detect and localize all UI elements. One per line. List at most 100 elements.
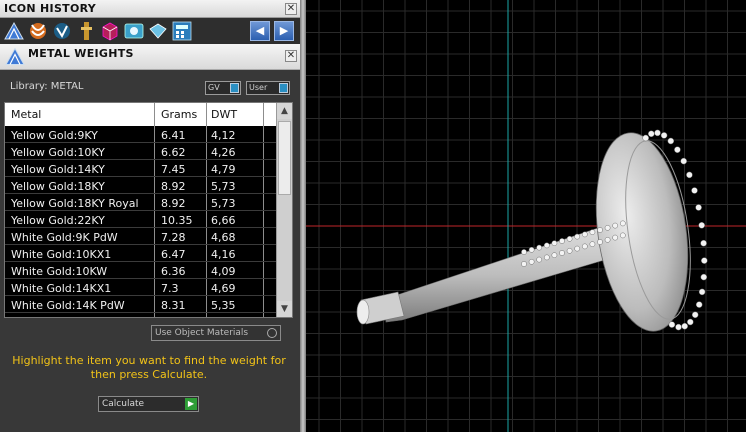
gv-toggle[interactable]: GV xyxy=(205,81,241,95)
pave-stone xyxy=(681,322,688,330)
cell-dwt: 4,79 xyxy=(211,163,236,176)
pave-stone xyxy=(701,257,708,264)
pave-stone xyxy=(612,234,619,241)
table-row[interactable]: White Gold:9K PdW 7.28 4,68 xyxy=(5,228,276,245)
table-row[interactable]: Yellow Gold:9KY 6.41 4,12 xyxy=(5,126,276,143)
table-row[interactable]: Yellow Gold:18KY 8.92 5,73 xyxy=(5,177,276,194)
pave-stone xyxy=(698,222,705,229)
column-header-metal[interactable]: Metal xyxy=(11,108,41,121)
pave-stone xyxy=(528,258,535,265)
cell-grams: 7.28 xyxy=(161,231,186,244)
pave-stone xyxy=(543,242,550,249)
gem-cube-icon[interactable] xyxy=(99,21,121,41)
viewport-canvas[interactable] xyxy=(306,0,746,432)
3d-viewport[interactable] xyxy=(306,0,746,432)
pave-stone xyxy=(581,231,588,238)
metal-table[interactable]: Metal Grams DWT Yellow Gold:9KY 6.41 4,12 Y… xyxy=(4,102,293,318)
pave-stone xyxy=(667,137,675,145)
history-forward-button[interactable]: ▶ xyxy=(274,21,294,41)
use-object-materials-toggle[interactable]: Use Object Materials xyxy=(151,325,281,341)
scroll-up-arrow-icon[interactable]: ▲ xyxy=(277,103,292,119)
sphere-icon[interactable] xyxy=(51,21,73,41)
cell-dwt: 4,12 xyxy=(211,129,236,142)
table-row[interactable]: White Gold:14KW 7.22 4,64 xyxy=(5,313,276,317)
cell-grams: 6.62 xyxy=(161,146,186,159)
use-object-materials-radio[interactable] xyxy=(267,328,277,338)
render-icon[interactable] xyxy=(123,21,145,41)
cell-grams: 6.47 xyxy=(161,248,186,261)
cell-grams: 7.45 xyxy=(161,163,186,176)
calculate-label: Calculate xyxy=(102,399,145,409)
table-row[interactable]: Yellow Gold:18KY Royal 8.92 5,73 xyxy=(5,194,276,211)
icon-history-titlebar: ICON HISTORY ✕ xyxy=(0,0,300,18)
cell-grams: 10.35 xyxy=(161,214,193,227)
calculate-button[interactable]: Calculate ▶ xyxy=(98,396,199,412)
pave-stone xyxy=(589,241,596,248)
pave-stone xyxy=(581,243,588,250)
pave-stone xyxy=(589,229,596,236)
pave-stone xyxy=(574,245,581,252)
cell-dwt: 4,64 xyxy=(211,316,236,317)
cell-metal: White Gold:9K PdW xyxy=(11,231,118,244)
table-scrollbar[interactable]: ▲ ▼ xyxy=(276,103,292,317)
ring-model[interactable] xyxy=(356,127,708,337)
pave-stone xyxy=(687,318,694,326)
pave-stone xyxy=(566,247,573,254)
column-header-grams[interactable]: Grams xyxy=(161,108,197,121)
cell-grams: 8.92 xyxy=(161,197,186,210)
table-row[interactable]: Yellow Gold:10KY 6.62 4,26 xyxy=(5,143,276,160)
pave-stone xyxy=(551,240,558,247)
table-row[interactable]: White Gold:10KW 6.36 4,09 xyxy=(5,262,276,279)
cell-metal: Yellow Gold:18KY xyxy=(11,180,105,193)
tools-icon[interactable] xyxy=(3,21,25,41)
cell-grams: 8.92 xyxy=(161,180,186,193)
pave-stone xyxy=(695,301,703,308)
gv-toggle-indicator xyxy=(230,83,239,93)
pave-stone xyxy=(604,224,611,231)
icon-history-close-button[interactable]: ✕ xyxy=(285,3,297,15)
icon-history-title: ICON HISTORY xyxy=(4,2,97,15)
column-header-dwt[interactable]: DWT xyxy=(211,108,237,121)
table-row[interactable]: White Gold:14KX1 7.3 4,69 xyxy=(5,279,276,296)
pave-stone xyxy=(597,227,603,233)
cell-metal: White Gold:14KW xyxy=(11,316,107,317)
pave-stone xyxy=(574,233,581,240)
metal-bar-icon[interactable] xyxy=(75,21,97,41)
calculator-icon[interactable] xyxy=(171,21,193,41)
table-row[interactable]: Yellow Gold:22KY 10.35 6,66 xyxy=(5,211,276,228)
table-row[interactable]: White Gold:14K PdW 8.31 5,35 xyxy=(5,296,276,313)
pave-stone xyxy=(698,288,706,296)
table-row[interactable]: Yellow Gold:14KY 7.45 4,79 xyxy=(5,160,276,177)
pave-stone xyxy=(691,187,698,194)
cell-metal: White Gold:14K PdW xyxy=(11,299,125,312)
pave-stone xyxy=(642,134,649,142)
gv-toggle-label: GV xyxy=(208,83,220,92)
cell-metal: Yellow Gold:14KY xyxy=(11,163,105,176)
instruction-text: Highlight the item you want to find the … xyxy=(12,354,286,381)
cell-grams: 6.41 xyxy=(161,129,186,142)
pave-stone xyxy=(619,220,626,227)
pave-stone xyxy=(700,239,707,247)
pave-stone xyxy=(612,222,619,229)
pave-stone xyxy=(536,256,543,263)
pave-stone xyxy=(528,246,535,253)
scroll-thumb[interactable] xyxy=(278,121,291,195)
pave-stone xyxy=(619,232,626,239)
use-object-materials-label: Use Object Materials xyxy=(155,328,249,338)
pave-stone xyxy=(521,249,527,255)
pave-stone xyxy=(695,204,702,211)
cell-metal: Yellow Gold:10KY xyxy=(11,146,105,159)
rings-icon[interactable] xyxy=(27,21,49,41)
library-label: Library: METAL xyxy=(10,81,84,92)
table-row[interactable]: White Gold:10KX1 6.47 4,16 xyxy=(5,245,276,262)
metal-weights-close-button[interactable]: ✕ xyxy=(285,50,297,62)
cell-grams: 7.22 xyxy=(161,316,186,317)
pave-stone xyxy=(536,244,543,251)
gem-icon[interactable] xyxy=(147,21,169,41)
scroll-down-arrow-icon[interactable]: ▼ xyxy=(277,301,292,317)
user-toggle[interactable]: User xyxy=(246,81,290,95)
history-back-button[interactable]: ◀ xyxy=(250,21,270,41)
pave-stone xyxy=(559,238,565,244)
cell-dwt: 5,73 xyxy=(211,197,236,210)
user-toggle-indicator xyxy=(279,83,288,93)
